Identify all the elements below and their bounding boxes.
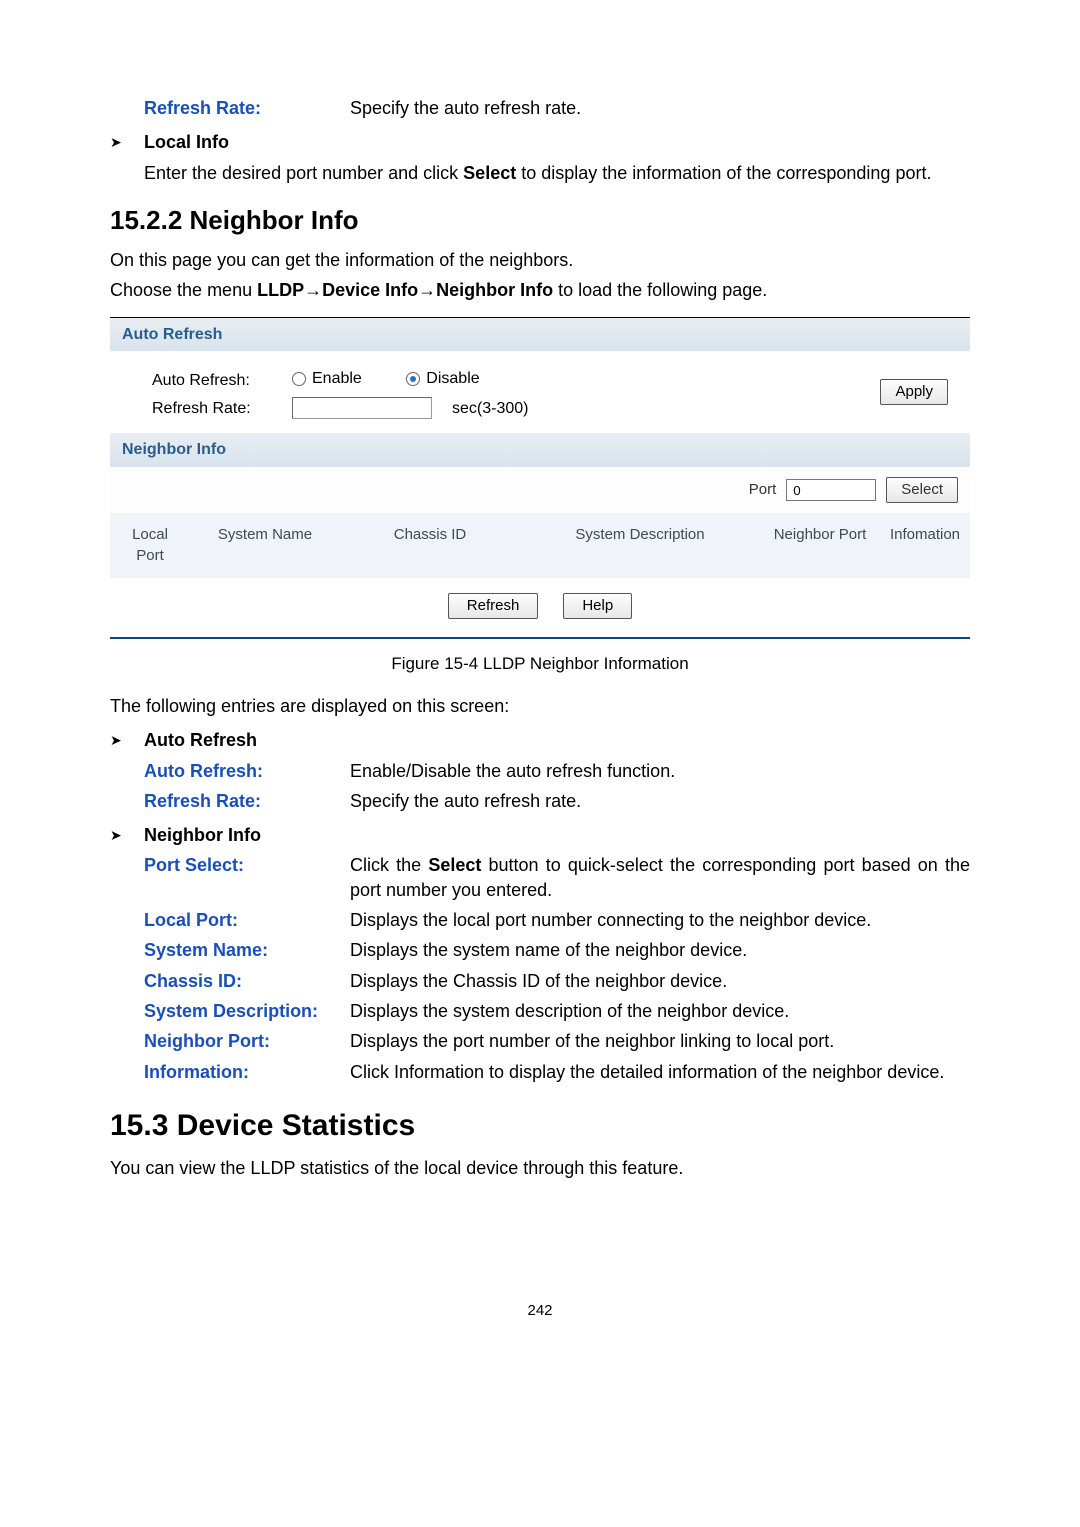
bullet-icon: ➤ (110, 728, 144, 750)
term-neighbor-port: Neighbor Port: (144, 1029, 350, 1053)
p2-pre: Choose the menu (110, 280, 257, 300)
p2-post: to load the following page. (553, 280, 767, 300)
col-chassis-id: Chassis ID (340, 513, 520, 578)
port-label: Port (749, 480, 777, 500)
bullet-icon: ➤ (110, 130, 144, 152)
term-information: Information: (144, 1060, 350, 1084)
figure-caption: Figure 15-4 LLDP Neighbor Information (110, 653, 970, 676)
desc-port-select: Click the Select button to quick-select … (350, 853, 970, 902)
p-15-3-1: You can view the LLDP statistics of the … (110, 1156, 970, 1180)
col-neighbor-port: Neighbor Port (760, 513, 880, 578)
entries-intro: The following entries are displayed on t… (110, 694, 970, 718)
radio-icon-enable (292, 372, 306, 386)
ps-pre: Click the (350, 855, 428, 875)
desc-auto-refresh: Enable/Disable the auto refresh function… (350, 759, 970, 783)
term-refresh-rate-top: Refresh Rate: (144, 96, 350, 120)
radio-enable[interactable]: Enable (292, 368, 362, 390)
desc-information: Click Information to display the detaile… (350, 1060, 970, 1084)
desc-system-description: Displays the system description of the n… (350, 999, 970, 1023)
select-button[interactable]: Select (886, 477, 958, 503)
desc-refresh-rate-top: Specify the auto refresh rate. (350, 96, 970, 120)
label-refresh-rate: Refresh Rate: (122, 398, 292, 420)
page-number: 242 (110, 1301, 970, 1321)
radio-disable[interactable]: Disable (406, 368, 479, 390)
refresh-button[interactable]: Refresh (448, 593, 539, 619)
p-15-2-2-1: On this page you can get the information… (110, 248, 970, 272)
col-information: Infomation (880, 513, 970, 578)
label-auto-refresh: Auto Refresh: (122, 370, 292, 392)
term-chassis-id: Chassis ID: (144, 969, 350, 993)
panel-title-neighbor-info: Neighbor Info (110, 433, 970, 467)
term-auto-refresh: Auto Refresh: (144, 759, 350, 783)
help-button[interactable]: Help (563, 593, 632, 619)
heading-neighbor-info: Neighbor Info (144, 823, 261, 847)
p-15-2-2-2: Choose the menu LLDP→Device Info→Neighbo… (110, 278, 970, 302)
term-system-name: System Name: (144, 938, 350, 962)
desc-refresh-rate: Specify the auto refresh rate. (350, 789, 970, 813)
neighbor-table-header: Local Port System Name Chassis ID System… (110, 513, 970, 578)
term-refresh-rate: Refresh Rate: (144, 789, 350, 813)
desc-system-name: Displays the system name of the neighbor… (350, 938, 970, 962)
col-system-name: System Name (190, 513, 340, 578)
apply-button[interactable]: Apply (880, 379, 948, 405)
desc-local-port: Displays the local port number connectin… (350, 908, 970, 932)
p2-bold: LLDP→Device Info→Neighbor Info (257, 280, 553, 300)
local-info-post: to display the information of the corres… (516, 163, 931, 183)
panel-title-auto-refresh: Auto Refresh (110, 318, 970, 352)
radio-icon-disable (406, 372, 420, 386)
radio-enable-label: Enable (312, 368, 362, 390)
port-input[interactable] (786, 479, 876, 501)
col-system-description: System Description (520, 513, 760, 578)
desc-chassis-id: Displays the Chassis ID of the neighbor … (350, 969, 970, 993)
bullet-icon: ➤ (110, 823, 144, 845)
heading-15-2-2: 15.2.2 Neighbor Info (110, 203, 970, 238)
radio-disable-label: Disable (426, 368, 479, 390)
heading-local-info: Local Info (144, 130, 229, 154)
local-info-pre: Enter the desired port number and click (144, 163, 463, 183)
heading-15-3: 15.3 Device Statistics (110, 1106, 970, 1147)
heading-auto-refresh: Auto Refresh (144, 728, 257, 752)
input-refresh-rate[interactable] (292, 397, 432, 419)
lldp-neighbor-screenshot: Auto Refresh Auto Refresh: Enable Disabl… (110, 317, 970, 639)
term-port-select: Port Select: (144, 853, 350, 902)
ps-bold: Select (428, 855, 481, 875)
col-local-port: Local Port (110, 513, 190, 578)
desc-neighbor-port: Displays the port number of the neighbor… (350, 1029, 970, 1053)
hint-refresh-rate: sec(3-300) (452, 398, 528, 420)
term-system-description: System Description: (144, 999, 350, 1023)
local-info-body: Enter the desired port number and click … (144, 161, 970, 185)
term-local-port: Local Port: (144, 908, 350, 932)
local-info-bold: Select (463, 163, 516, 183)
